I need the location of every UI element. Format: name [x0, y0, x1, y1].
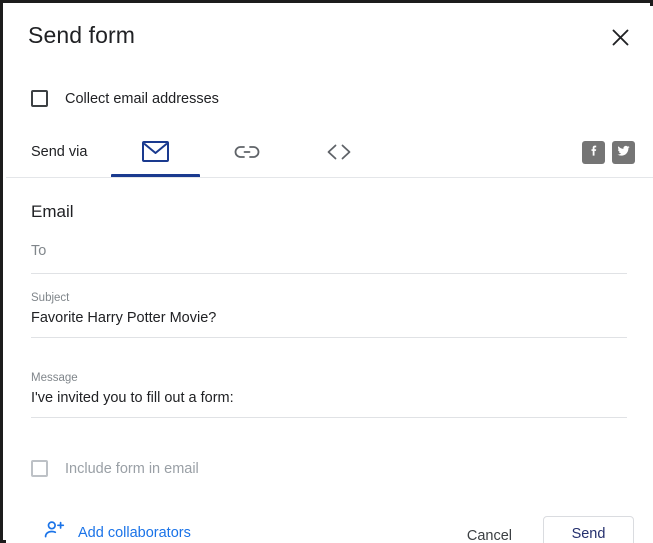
tab-send-via-email[interactable]: [119, 130, 191, 178]
page-title: Send form: [28, 22, 136, 48]
twitter-share-button[interactable]: [612, 141, 635, 164]
include-form-label: Include form in email: [65, 460, 199, 477]
collect-email-checkbox[interactable]: [31, 90, 48, 107]
close-button[interactable]: [605, 22, 635, 52]
message-value: I've invited you to fill out a form:: [31, 390, 234, 406]
facebook-icon: [587, 143, 601, 162]
include-form-checkbox[interactable]: [31, 460, 48, 477]
subject-label: Subject: [31, 292, 70, 304]
send-form-dialog: Send form Collect email addresses Send v…: [6, 6, 653, 543]
send-button[interactable]: Send: [543, 516, 634, 543]
facebook-share-button[interactable]: [582, 141, 605, 164]
email-section-heading: Email: [31, 202, 74, 221]
subject-value: Favorite Harry Potter Movie?: [31, 310, 217, 326]
to-placeholder: To: [31, 243, 47, 259]
subject-underline: [31, 337, 627, 338]
tab-send-via-embed[interactable]: [303, 130, 375, 178]
twitter-icon: [616, 143, 631, 162]
social-share-group: [582, 141, 635, 164]
close-icon: [611, 28, 630, 47]
tabbar-divider: [6, 177, 653, 178]
window-frame: Send form Collect email addresses Send v…: [0, 0, 653, 543]
message-field[interactable]: Message I've invited you to fill out a f…: [31, 371, 627, 418]
subject-field[interactable]: Subject Favorite Harry Potter Movie?: [31, 291, 627, 338]
include-form-checkbox-row[interactable]: Include form in email: [31, 460, 199, 477]
add-collaborators-button[interactable]: Add collaborators: [44, 520, 191, 543]
tab-send-via-link[interactable]: [211, 130, 283, 178]
code-brackets-icon: [325, 143, 353, 166]
to-field[interactable]: To: [31, 240, 627, 274]
send-via-label: Send via: [31, 144, 88, 160]
message-label: Message: [31, 372, 78, 384]
link-icon: [233, 144, 261, 165]
to-underline: [31, 273, 627, 274]
collect-email-label: Collect email addresses: [65, 90, 219, 107]
dialog-header: Send form: [6, 6, 653, 68]
dialog-footer: Add collaborators Cancel Send: [6, 508, 653, 543]
cancel-button[interactable]: Cancel: [457, 520, 522, 543]
add-collaborators-label: Add collaborators: [78, 524, 191, 541]
send-via-tabbar: Send via: [6, 130, 653, 178]
person-add-icon: [44, 520, 66, 543]
collect-email-checkbox-row[interactable]: Collect email addresses: [31, 90, 219, 107]
message-underline: [31, 417, 627, 418]
envelope-icon: [141, 141, 169, 167]
